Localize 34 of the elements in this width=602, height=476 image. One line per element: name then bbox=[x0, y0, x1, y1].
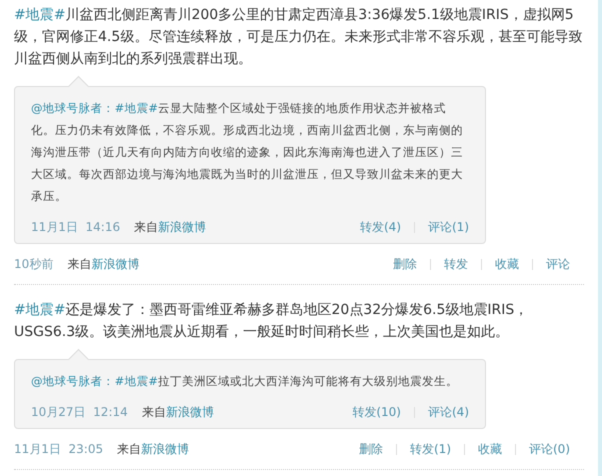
source-label: 来自 bbox=[142, 404, 166, 420]
topic-link[interactable]: #地震# bbox=[14, 7, 66, 23]
action-link[interactable]: 删除 bbox=[359, 440, 383, 458]
action-link[interactable]: 转发(10) bbox=[352, 404, 401, 420]
action-link[interactable]: 评论(0) bbox=[529, 440, 570, 458]
post-text: #地震#还是爆发了：墨西哥雷维亚希赫多群岛地区20点32分爆发6.5级地震IRIS，USGS6.3级。该美洲地震从近期看，一般延时时间稍长些，上次美国也是如此。 bbox=[14, 301, 530, 342]
action-link[interactable]: 评论(4) bbox=[428, 404, 469, 420]
retweet-text: @地球号脉者：#地震#云显大陆整个区域处于强链接的地质作用状态并被格式化。压力仍未有效降低，不容乐观。形成西北边境，西南川盆西北侧，东与南侧的海沟泄压带（近几天有向内陆方向收缩的迹象，因此东海南海也进入了泄压区）三大区域。每次西部边境与海沟地震既为当时的川盆泄压，但又导致川盆未来的更大承压。 bbox=[31, 100, 464, 205]
source-label: 来自 bbox=[134, 218, 158, 236]
topic-link[interactable]: #地震# bbox=[14, 302, 66, 318]
action-link[interactable]: 删除 bbox=[393, 256, 417, 272]
action-link[interactable]: 转发 bbox=[444, 256, 468, 272]
post-time[interactable]: 10月27日 12:14 bbox=[31, 404, 128, 420]
topic-link[interactable]: #地震# bbox=[114, 374, 158, 388]
action-link[interactable]: 评论 bbox=[546, 256, 570, 272]
source-link[interactable]: 新浪微博 bbox=[166, 404, 214, 420]
author-link[interactable]: @地球号脉者： bbox=[31, 374, 115, 388]
post-text: #地震#川盆西北侧距离青川200多公里的甘肃定西漳县3:36爆发5.1级地震IRIS，虚拟网5级，官网修正4.5级。尽管连续释放，可是压力仍在。未来形式非常不容乐观，甚至可能导致川盆西侧从南到北的系列强震群出现。 bbox=[14, 6, 584, 69]
action-link[interactable]: 转发(4) bbox=[360, 218, 401, 236]
retweet-text: @地球号脉者：#地震#拉丁美洲区域或北大西洋海沟可能将有大级别地震发生。 bbox=[31, 373, 460, 390]
author-link[interactable]: @地球号脉者： bbox=[31, 101, 115, 115]
source-label: 来自 bbox=[117, 440, 142, 458]
action-link[interactable]: 转发(1) bbox=[410, 440, 451, 458]
action-link[interactable]: 评论(1) bbox=[428, 218, 469, 236]
source-link[interactable]: 新浪微博 bbox=[91, 256, 140, 272]
source-link[interactable]: 新浪微博 bbox=[158, 218, 206, 236]
post-time[interactable]: 11月1日 23:05 bbox=[14, 440, 104, 458]
post-time[interactable]: 11月1日 14:16 bbox=[31, 218, 120, 236]
action-link[interactable]: 收藏 bbox=[495, 256, 519, 272]
source-label: 来自 bbox=[67, 256, 92, 272]
post-time[interactable]: 10秒前 bbox=[14, 256, 54, 272]
topic-link[interactable]: #地震# bbox=[114, 101, 158, 115]
action-link[interactable]: 收藏 bbox=[478, 440, 502, 458]
source-link[interactable]: 新浪微博 bbox=[141, 440, 190, 458]
